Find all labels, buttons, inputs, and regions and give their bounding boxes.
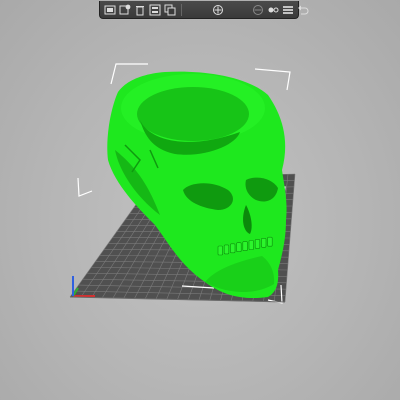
tooth (254, 239, 261, 249)
tooth (217, 245, 223, 256)
tooth (267, 236, 273, 247)
3d-viewport[interactable] (0, 0, 400, 400)
tooth (261, 238, 267, 248)
tooth (242, 241, 248, 251)
tooth (236, 242, 242, 252)
tooth (230, 243, 236, 254)
tooth (248, 240, 254, 250)
skull-opening (137, 87, 249, 141)
bounding-box-corner (77, 177, 93, 197)
tooth (223, 244, 230, 255)
bounding-box-corner (254, 68, 291, 91)
